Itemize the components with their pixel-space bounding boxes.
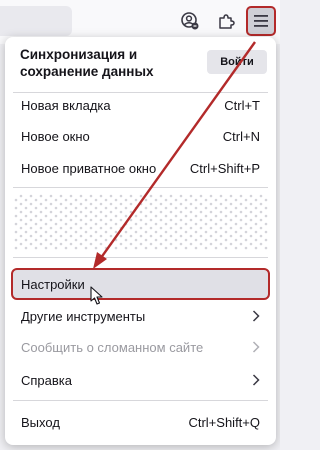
chevron-right-icon bbox=[252, 341, 260, 353]
menu-item-new-window[interactable]: Новое окно Ctrl+N bbox=[13, 121, 268, 151]
zoom-controls-placeholder bbox=[13, 190, 268, 254]
sync-section: Синхронизация и сохранение данных Войти bbox=[5, 37, 276, 89]
menu-item-label: Сообщить о сломанном сайте bbox=[21, 339, 204, 355]
app-menu-panel: Синхронизация и сохранение данных Войти … bbox=[5, 37, 276, 445]
separator bbox=[13, 187, 268, 188]
sync-title: Синхронизация и сохранение данных bbox=[20, 47, 154, 79]
chevron-right-icon bbox=[252, 310, 260, 322]
account-icon bbox=[181, 12, 199, 30]
menu-item-settings[interactable]: Настройки bbox=[11, 268, 270, 300]
account-button[interactable] bbox=[175, 6, 205, 36]
menu-item-shortcut: Ctrl+T bbox=[224, 97, 260, 113]
menu-item-label: Настройки bbox=[21, 276, 85, 292]
app-menu-button[interactable] bbox=[246, 6, 276, 36]
menu-item-label: Новая вкладка bbox=[21, 97, 111, 113]
dotted-placeholder-pattern bbox=[13, 194, 268, 250]
menu-item-label: Выход bbox=[21, 414, 60, 430]
menu-item-new-private-window[interactable]: Новое приватное окно Ctrl+Shift+P bbox=[13, 153, 268, 183]
hamburger-menu-icon bbox=[254, 15, 268, 27]
url-bar[interactable] bbox=[0, 6, 72, 36]
separator bbox=[13, 400, 268, 401]
chevron-right-icon bbox=[252, 374, 260, 386]
menu-item-new-tab[interactable]: Новая вкладка Ctrl+T bbox=[13, 90, 268, 120]
menu-item-more-tools[interactable]: Другие инструменты bbox=[13, 301, 268, 331]
menu-item-shortcut: Ctrl+Shift+P bbox=[189, 160, 260, 176]
extensions-button[interactable] bbox=[211, 6, 241, 36]
menu-item-exit[interactable]: Выход Ctrl+Shift+Q bbox=[13, 407, 268, 437]
extensions-icon bbox=[219, 14, 235, 29]
menu-item-label: Новое приватное окно bbox=[21, 160, 157, 176]
browser-window: Синхронизация и сохранение данных Войти … bbox=[0, 0, 280, 450]
menu-item-report-broken-site: Сообщить о сломанном сайте bbox=[13, 332, 268, 362]
mouse-cursor-icon bbox=[90, 286, 103, 305]
menu-item-label: Другие инструменты bbox=[21, 308, 146, 324]
separator bbox=[13, 257, 268, 258]
signin-button[interactable]: Войти bbox=[207, 50, 267, 74]
menu-item-shortcut: Ctrl+N bbox=[222, 128, 260, 144]
menu-item-shortcut: Ctrl+Shift+Q bbox=[188, 414, 260, 430]
menu-item-help[interactable]: Справка bbox=[13, 365, 268, 395]
menu-item-label: Новое окно bbox=[21, 128, 90, 144]
menu-item-label: Справка bbox=[21, 372, 72, 388]
